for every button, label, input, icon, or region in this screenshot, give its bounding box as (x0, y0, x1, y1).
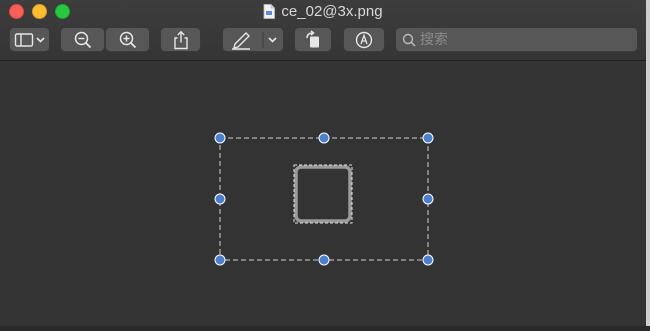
markup-toolbar-button[interactable] (222, 27, 284, 52)
markup-circle-icon (355, 31, 373, 48)
rotate-left-icon (306, 29, 319, 47)
resize-handle-bottom-right[interactable] (422, 254, 434, 266)
resize-handle-bottom-left[interactable] (214, 254, 226, 266)
desktop-edge (646, 0, 650, 326)
preview-window: ce_02@3x.png (0, 0, 647, 326)
share-icon (173, 30, 188, 49)
sidebar-button[interactable] (9, 27, 50, 52)
resize-handle-top-left[interactable] (214, 132, 226, 144)
document-icon (264, 3, 276, 19)
resize-handle-top[interactable] (318, 132, 330, 144)
zoom-in-button[interactable] (105, 27, 150, 52)
share-button[interactable] (160, 27, 201, 52)
resize-handle-right[interactable] (422, 193, 434, 205)
resize-handle-top-right[interactable] (422, 132, 434, 144)
zoom-out-button[interactable] (60, 27, 105, 52)
titlebar: ce_02@3x.png (0, 0, 646, 61)
resize-handle-left[interactable] (214, 193, 226, 205)
search-icon (402, 33, 416, 47)
zoom-in-icon (119, 31, 136, 48)
search-input[interactable] (420, 30, 630, 49)
document-canvas[interactable] (0, 61, 646, 326)
window-title-group: ce_02@3x.png (0, 1, 646, 21)
image-content-square (294, 165, 352, 223)
zoom-out-icon (74, 31, 91, 48)
window-title: ce_02@3x.png (281, 2, 383, 20)
pen-icon (232, 31, 277, 50)
resize-handle-bottom[interactable] (318, 254, 330, 266)
image-view (214, 132, 434, 266)
markup-button[interactable] (343, 27, 385, 52)
sidebar-toggle-icon (14, 32, 45, 47)
rotate-button[interactable] (294, 27, 332, 52)
search-field[interactable] (395, 27, 638, 52)
inner-selection-outline (293, 164, 353, 224)
selection-frame (219, 137, 429, 261)
